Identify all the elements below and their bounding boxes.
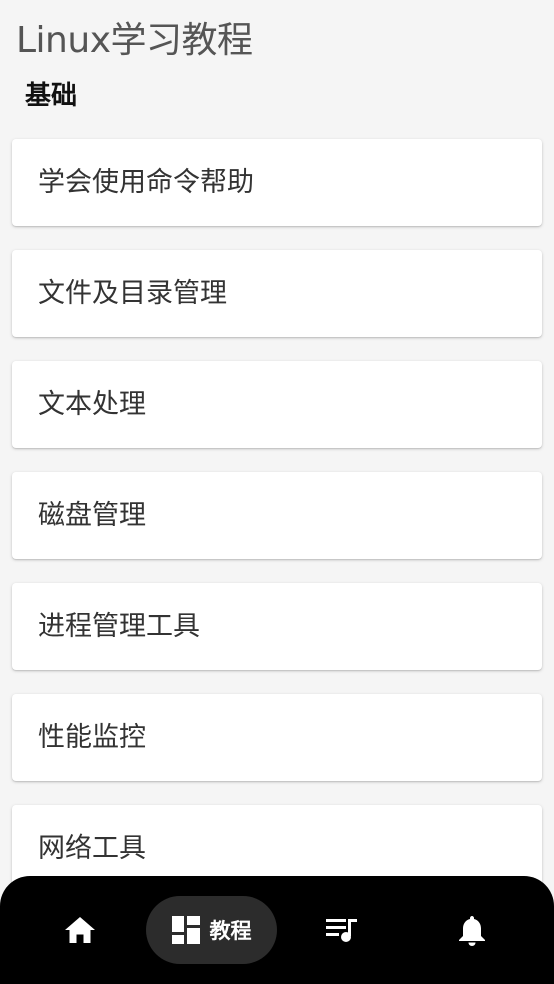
tutorial-card-label: 文件及目录管理 (38, 277, 227, 309)
tutorial-card-list: 学会使用命令帮助 文件及目录管理 文本处理 磁盘管理 进程管理工具 性能监控 网… (12, 139, 542, 916)
tutorial-card-label: 磁盘管理 (38, 499, 146, 531)
nav-playlist-button[interactable] (302, 896, 382, 964)
tutorial-card[interactable]: 文件及目录管理 (12, 250, 542, 337)
tutorial-card-label: 性能监控 (38, 721, 146, 753)
tutorial-card[interactable]: 性能监控 (12, 694, 542, 781)
nav-home-button[interactable] (40, 896, 120, 964)
tutorial-card[interactable]: 磁盘管理 (12, 472, 542, 559)
tutorial-card-label: 学会使用命令帮助 (38, 166, 254, 198)
nav-notifications-button[interactable] (432, 896, 512, 964)
screen: Linux学习教程 基础 学会使用命令帮助 文件及目录管理 文本处理 磁盘管理 … (0, 0, 554, 984)
nav-tutorial-button[interactable]: 教程 (146, 896, 277, 964)
tutorial-card[interactable]: 进程管理工具 (12, 583, 542, 670)
tutorial-card[interactable]: 学会使用命令帮助 (12, 139, 542, 226)
tutorial-card-label: 网络工具 (38, 832, 146, 864)
tutorial-card-label: 进程管理工具 (38, 610, 200, 642)
bell-icon (458, 914, 486, 946)
section-title: 基础 (25, 81, 78, 111)
playlist-icon (326, 917, 358, 943)
app-title: Linux学习教程 (16, 20, 253, 61)
dashboard-icon (171, 916, 200, 944)
bottom-navigation-bar: 教程 (0, 876, 554, 984)
nav-tutorial-label: 教程 (209, 919, 252, 943)
tutorial-card[interactable]: 文本处理 (12, 361, 542, 448)
home-icon (64, 916, 96, 944)
tutorial-card-label: 文本处理 (38, 388, 146, 420)
